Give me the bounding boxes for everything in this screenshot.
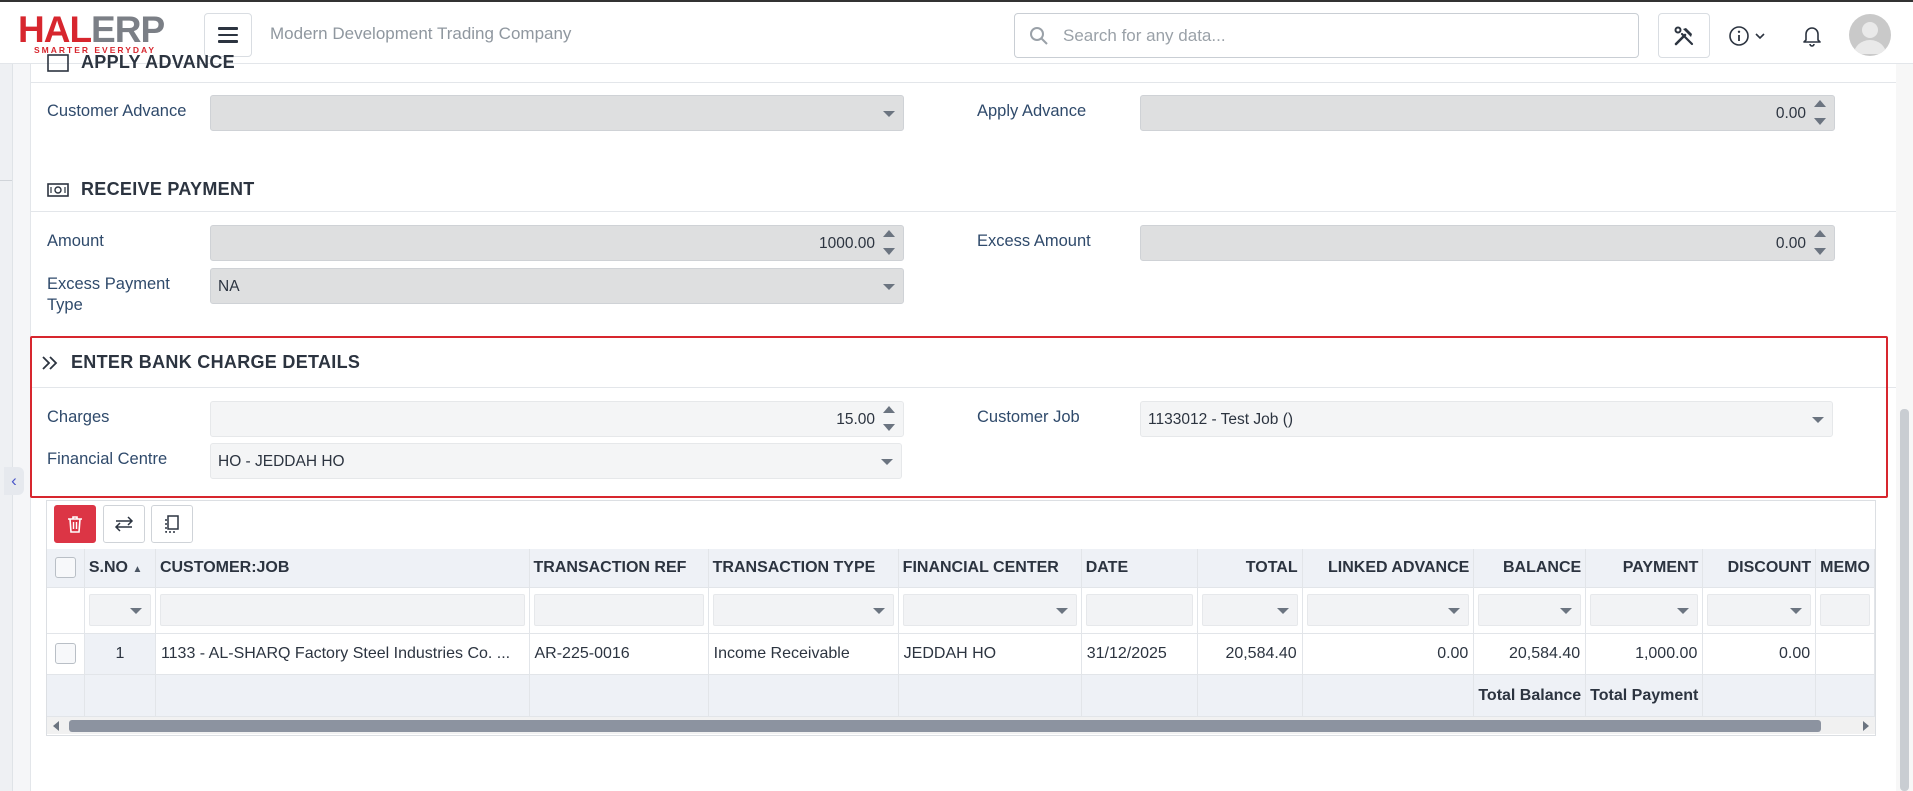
notifications-button[interactable] xyxy=(1797,20,1827,52)
column-header-memo[interactable]: MEMO xyxy=(1815,549,1875,588)
cell-linked-advance[interactable]: 0.00 xyxy=(1302,633,1475,675)
excess-payment-type-select[interactable]: NA xyxy=(210,268,904,304)
horizontal-scroll-thumb[interactable] xyxy=(69,720,1821,732)
cell-transaction-ref: AR-225-0016 xyxy=(529,633,709,675)
cell-discount[interactable]: 0.00 xyxy=(1702,633,1817,675)
number-spinner[interactable] xyxy=(883,230,895,258)
apply-advance-label: Apply Advance xyxy=(977,102,1087,120)
tools-button[interactable] xyxy=(1658,13,1710,58)
transactions-table: S.NO ▲ CUSTOMER:JOB TRANSACTION REF TRAN… xyxy=(47,549,1875,718)
column-header-transaction-type[interactable]: TRANSACTION TYPE xyxy=(708,549,899,588)
transactions-grid: S.NO ▲ CUSTOMER:JOB TRANSACTION REF TRAN… xyxy=(46,500,1876,736)
filter-discount[interactable] xyxy=(1702,587,1817,634)
filter-financial-center[interactable] xyxy=(898,587,1082,634)
chevron-down-icon xyxy=(883,111,895,117)
logo-hal-text: HAL xyxy=(18,9,92,50)
filter-transaction-type[interactable] xyxy=(708,587,899,634)
cell-total: 20,584.40 xyxy=(1197,633,1303,675)
apply-advance-input[interactable]: 0.00 xyxy=(1140,95,1835,131)
logo-erp-text: ERP xyxy=(91,9,165,50)
trash-icon xyxy=(68,516,82,533)
copy-icon xyxy=(165,515,179,533)
filter-date[interactable] xyxy=(1081,587,1199,634)
column-header-sno[interactable]: S.NO ▲ xyxy=(84,549,156,588)
number-spinner[interactable] xyxy=(1814,100,1826,128)
cell-financial-center: JEDDAH HO xyxy=(898,633,1082,675)
user-icon xyxy=(1854,22,1886,54)
excess-amount-label: Excess Amount xyxy=(977,232,1091,250)
table-footer: Total Balance Total Payment xyxy=(47,674,1875,718)
help-dropdown[interactable] xyxy=(1728,20,1778,52)
transfer-button[interactable] xyxy=(103,505,145,543)
cell-sno: 1 xyxy=(84,633,156,675)
select-all-checkbox[interactable] xyxy=(54,557,76,579)
cell-memo[interactable] xyxy=(1815,633,1875,675)
vertical-scrollbar[interactable] xyxy=(1896,64,1913,791)
cell-payment[interactable]: 1,000.00 xyxy=(1585,633,1704,675)
cell-customer-job: 1133 - AL-SHARQ Factory Steel Industries… xyxy=(155,633,530,675)
number-spinner[interactable] xyxy=(1814,230,1826,258)
table-row[interactable]: 1 1133 - AL-SHARQ Factory Steel Industri… xyxy=(47,633,1875,675)
amount-label: Amount xyxy=(47,232,104,250)
filter-payment[interactable] xyxy=(1585,587,1704,634)
menu-toggle-button[interactable] xyxy=(204,13,252,57)
row-select-cell xyxy=(47,633,85,675)
info-icon xyxy=(1729,26,1749,46)
receive-payment-section-title: RECEIVE PAYMENT xyxy=(47,179,255,200)
tools-icon xyxy=(1674,26,1694,45)
filter-total[interactable] xyxy=(1197,587,1303,634)
search-icon xyxy=(1030,27,1048,45)
column-header-discount[interactable]: DISCOUNT xyxy=(1702,549,1817,588)
swap-arrows-icon xyxy=(114,516,134,532)
sidebar-expand-toggle[interactable]: ‹ xyxy=(4,467,24,495)
column-header-financial-center[interactable]: FINANCIAL CENTER xyxy=(898,549,1082,588)
filter-memo[interactable] xyxy=(1815,587,1875,634)
form-icon xyxy=(47,53,69,72)
column-header-balance[interactable]: BALANCE xyxy=(1473,549,1587,588)
user-avatar[interactable] xyxy=(1849,14,1891,56)
filter-customer-job[interactable] xyxy=(155,587,530,634)
footer-total-payment: Total Payment xyxy=(1585,674,1704,718)
filter-linked-advance[interactable] xyxy=(1302,587,1475,634)
excess-payment-type-label: Excess Payment Type xyxy=(47,275,170,314)
vertical-scroll-thumb[interactable] xyxy=(1900,409,1909,791)
cell-date: 31/12/2025 xyxy=(1081,633,1199,675)
customer-advance-select[interactable] xyxy=(210,95,904,131)
money-icon xyxy=(47,182,69,197)
copy-button[interactable] xyxy=(151,505,193,543)
column-header-payment[interactable]: PAYMENT xyxy=(1585,549,1704,588)
top-header: HALERP SMARTER EVERYDAY Modern Developme… xyxy=(0,0,1913,64)
global-search[interactable] xyxy=(1014,13,1639,58)
column-header-total[interactable]: TOTAL xyxy=(1197,549,1303,588)
company-name: Modern Development Trading Company xyxy=(270,24,572,43)
column-header-customer-job[interactable]: CUSTOMER:JOB xyxy=(155,549,530,588)
apply-advance-section-title: APPLY ADVANCE xyxy=(47,52,235,73)
row-checkbox[interactable] xyxy=(54,643,76,664)
bank-charge-highlight-box xyxy=(30,336,1888,498)
chevron-down-icon xyxy=(1755,33,1765,40)
bell-icon xyxy=(1803,27,1821,47)
hal-erp-logo[interactable]: HALERP SMARTER EVERYDAY xyxy=(18,9,183,55)
amount-input[interactable]: 1000.00 xyxy=(210,225,904,261)
select-all-header xyxy=(47,549,85,588)
delete-row-button[interactable] xyxy=(54,505,96,543)
filter-transaction-ref[interactable] xyxy=(529,587,709,634)
cell-transaction-type: Income Receivable xyxy=(708,633,899,675)
excess-amount-input[interactable]: 0.00 xyxy=(1140,225,1835,261)
customer-advance-label: Customer Advance xyxy=(47,102,187,120)
horizontal-scrollbar[interactable] xyxy=(47,716,1875,734)
column-header-linked-advance[interactable]: LINKED ADVANCE xyxy=(1302,549,1475,588)
scroll-right-icon[interactable] xyxy=(1863,721,1869,731)
column-header-date[interactable]: DATE xyxy=(1081,549,1199,588)
left-rail xyxy=(0,64,13,791)
search-input[interactable] xyxy=(1063,22,1623,50)
footer-total-balance: Total Balance xyxy=(1473,674,1587,718)
column-header-transaction-ref[interactable]: TRANSACTION REF xyxy=(529,549,709,588)
chevron-down-icon xyxy=(883,284,895,290)
filter-balance[interactable] xyxy=(1473,587,1587,634)
filter-cell xyxy=(47,587,85,634)
cell-balance: 20,584.40 xyxy=(1473,633,1587,675)
filter-sno[interactable] xyxy=(84,587,156,634)
scroll-left-icon[interactable] xyxy=(53,721,59,731)
